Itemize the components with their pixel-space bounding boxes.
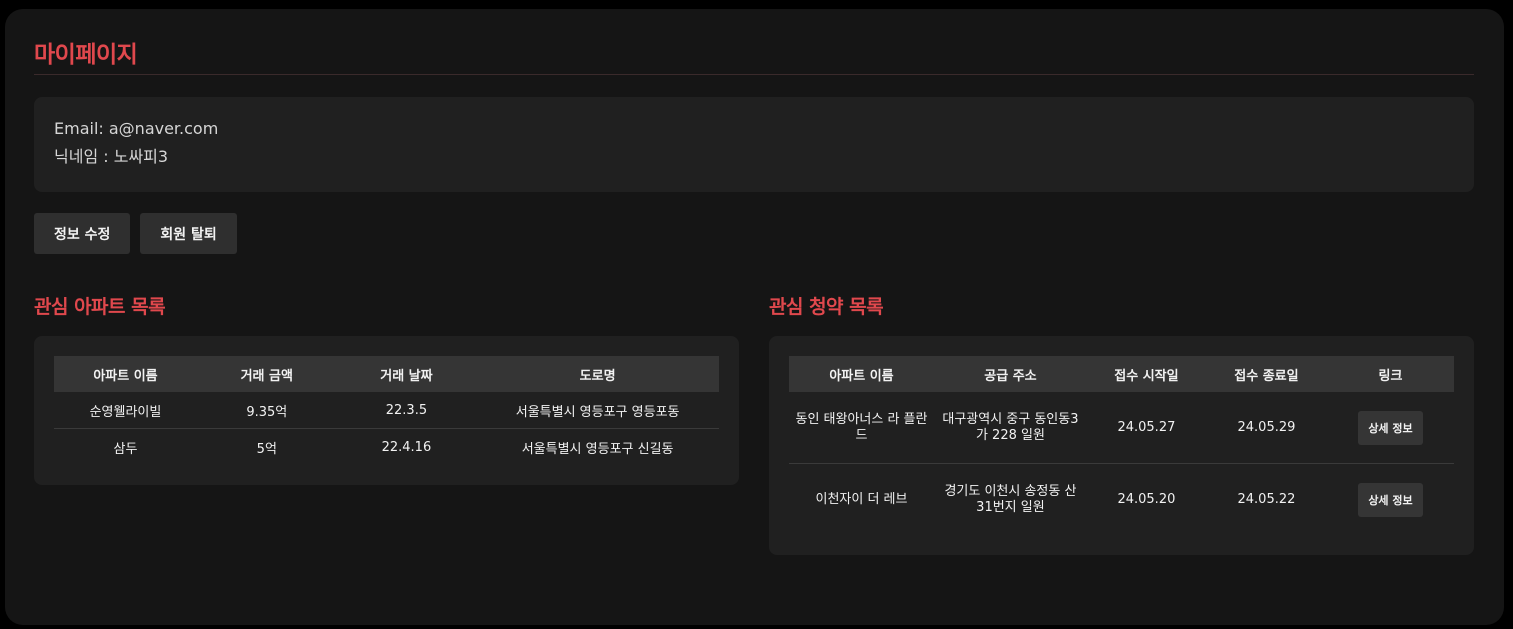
road-name-cell: 서울특별시 영등포구 신길동 <box>476 428 719 465</box>
column-header: 거래 금액 <box>240 368 293 384</box>
table-row: 삼두 5억 22.4.16 서울특별시 영등포구 신길동 <box>54 428 719 465</box>
start-date-cell: 24.05.20 <box>1086 463 1206 535</box>
start-date-cell: 24.05.27 <box>1117 419 1176 435</box>
favorite-subscriptions-card: 아파트 이름 공급 주소 접수 시작일 접수 종료일 링크 동인 태왕아너스 라… <box>769 336 1474 555</box>
page-title: 마이페이지 <box>34 42 138 68</box>
email-text: Email: a@naver.com <box>54 119 219 138</box>
supply-address-cell: 경기도 이천시 송정동 산31번지 일원 <box>933 463 1087 535</box>
favorite-apartments-table: 아파트 이름 거래 금액 거래 날짜 도로명 순영웰라이빌 9.35억 22.3… <box>54 356 719 465</box>
profile-card: Email: a@naver.com 닉네임 : 노싸피3 <box>34 97 1474 192</box>
column-header: 공급 주소 <box>984 368 1037 384</box>
road-name-cell: 서울특별시 영등포구 영등포동 <box>515 404 680 420</box>
column-header: 접수 시작일 <box>1114 368 1179 384</box>
apartment-name-cell: 순영웰라이빌 <box>89 404 162 420</box>
column-header: 아파트 이름 <box>93 368 158 384</box>
deal-amount-cell: 5억 <box>196 428 337 465</box>
end-date-cell: 24.05.29 <box>1237 419 1296 435</box>
mypage-container: 마이페이지 Email: a@naver.com 닉네임 : 노싸피3 정보 수… <box>5 9 1504 625</box>
title-divider <box>34 74 1474 75</box>
deal-date-cell: 22.3.5 <box>385 402 428 418</box>
end-date-cell: 24.05.22 <box>1205 463 1327 535</box>
favorite-subscriptions-table: 아파트 이름 공급 주소 접수 시작일 접수 종료일 링크 동인 태왕아너스 라… <box>789 356 1454 535</box>
supply-address-cell: 대구광역시 중구 동인동3가 228 일원 <box>942 411 1079 443</box>
column-header: 접수 종료일 <box>1234 368 1299 384</box>
table-row: 이천자이 더 레브 경기도 이천시 송정동 산31번지 일원 24.05.20 … <box>789 463 1454 535</box>
apartment-name-cell: 동인 태왕아너스 라 플란드 <box>795 411 928 443</box>
deal-amount-cell: 9.35억 <box>246 404 288 420</box>
table-header-row: 아파트 이름 공급 주소 접수 시작일 접수 종료일 링크 <box>789 356 1454 392</box>
favorite-apartments-card: 아파트 이름 거래 금액 거래 날짜 도로명 순영웰라이빌 9.35억 22.3… <box>34 336 739 485</box>
link-cell: 상세 정보 <box>1326 463 1454 535</box>
deal-date-cell: 22.4.16 <box>336 428 477 465</box>
detail-info-button[interactable]: 상세 정보 <box>1358 482 1423 517</box>
withdraw-button[interactable]: 회원 탈퇴 <box>140 213 237 254</box>
column-header: 아파트 이름 <box>829 368 894 384</box>
apartment-name-cell: 삼두 <box>54 428 197 465</box>
apartment-name-cell: 이천자이 더 레브 <box>789 463 934 535</box>
detail-info-button[interactable]: 상세 정보 <box>1358 410 1423 445</box>
edit-info-button[interactable]: 정보 수정 <box>34 213 131 254</box>
favorite-apartments-title: 관심 아파트 목록 <box>34 296 166 318</box>
favorite-subscriptions-title: 관심 청약 목록 <box>769 296 884 318</box>
column-header: 거래 날짜 <box>380 368 433 384</box>
table-row: 동인 태왕아너스 라 플란드 대구광역시 중구 동인동3가 228 일원 24.… <box>789 392 1454 464</box>
table-header-row: 아파트 이름 거래 금액 거래 날짜 도로명 <box>54 356 719 392</box>
column-header: 도로명 <box>579 368 616 384</box>
column-header: 링크 <box>1378 368 1403 384</box>
nickname-text: 닉네임 : 노싸피3 <box>54 147 169 166</box>
profile-actions: 정보 수정 회원 탈퇴 <box>34 213 237 254</box>
link-cell: 상세 정보 <box>1327 392 1454 464</box>
table-row: 순영웰라이빌 9.35억 22.3.5 서울특별시 영등포구 영등포동 <box>54 392 719 429</box>
